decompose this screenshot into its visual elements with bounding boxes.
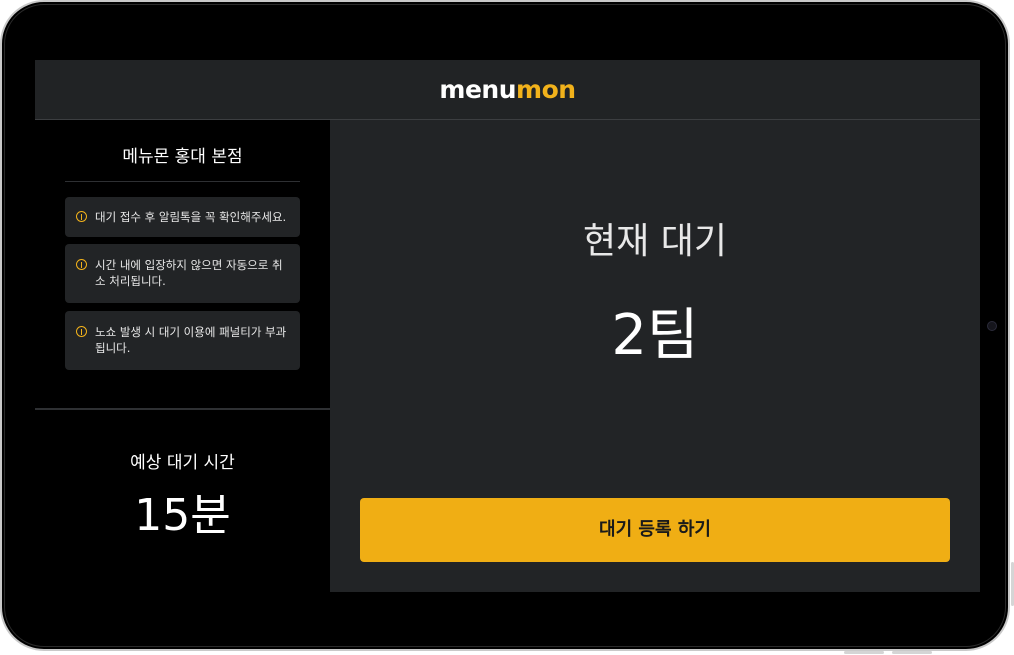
notice-item: 대기 접수 후 알림톡을 꼭 확인해주세요. (65, 197, 300, 237)
notice-text: 대기 접수 후 알림톡을 꼭 확인해주세요. (95, 210, 287, 224)
estimated-wait-value: 15분 (134, 490, 231, 541)
info-circle-icon (76, 211, 87, 222)
info-circle-icon (76, 326, 87, 337)
camera-icon (987, 321, 997, 331)
current-wait-count: 2팀 (611, 303, 699, 368)
store-name-divider (65, 181, 300, 182)
estimated-wait-label: 예상 대기 시간 (130, 453, 235, 473)
sidebar-divider (35, 408, 330, 410)
info-sidebar: 메뉴몬 홍대 본점 대기 접수 후 알림톡을 꼭 확인해주세요. 시간 내에 입… (35, 120, 330, 592)
notice-item: 시간 내에 입장하지 않으면 자동으로 취소 처리됩니다. (65, 244, 300, 303)
kiosk-screen: menumon 메뉴몬 홍대 본점 대기 접수 후 알림톡을 꼭 확인해주세요.… (35, 60, 980, 592)
notice-item: 노쇼 발생 시 대기 이용에 패널티가 부과됩니다. (65, 311, 300, 370)
app-header: menumon (35, 60, 980, 120)
top-button-left (844, 651, 884, 654)
info-circle-icon (76, 259, 87, 270)
logo-text-menu: menu (439, 75, 517, 104)
top-button-right (892, 651, 932, 654)
logo-text-mon: mon (516, 75, 576, 104)
notice-text: 시간 내에 입장하지 않으면 자동으로 취소 처리됩니다. (95, 258, 283, 288)
current-wait-label: 현재 대기 (583, 221, 727, 262)
notice-text: 노쇼 발생 시 대기 이용에 패널티가 부과됩니다. (95, 325, 287, 355)
store-name: 메뉴몬 홍대 본점 (122, 147, 243, 167)
register-wait-button[interactable]: 대기 등록 하기 (360, 498, 950, 562)
menumon-logo: menumon (439, 75, 576, 104)
